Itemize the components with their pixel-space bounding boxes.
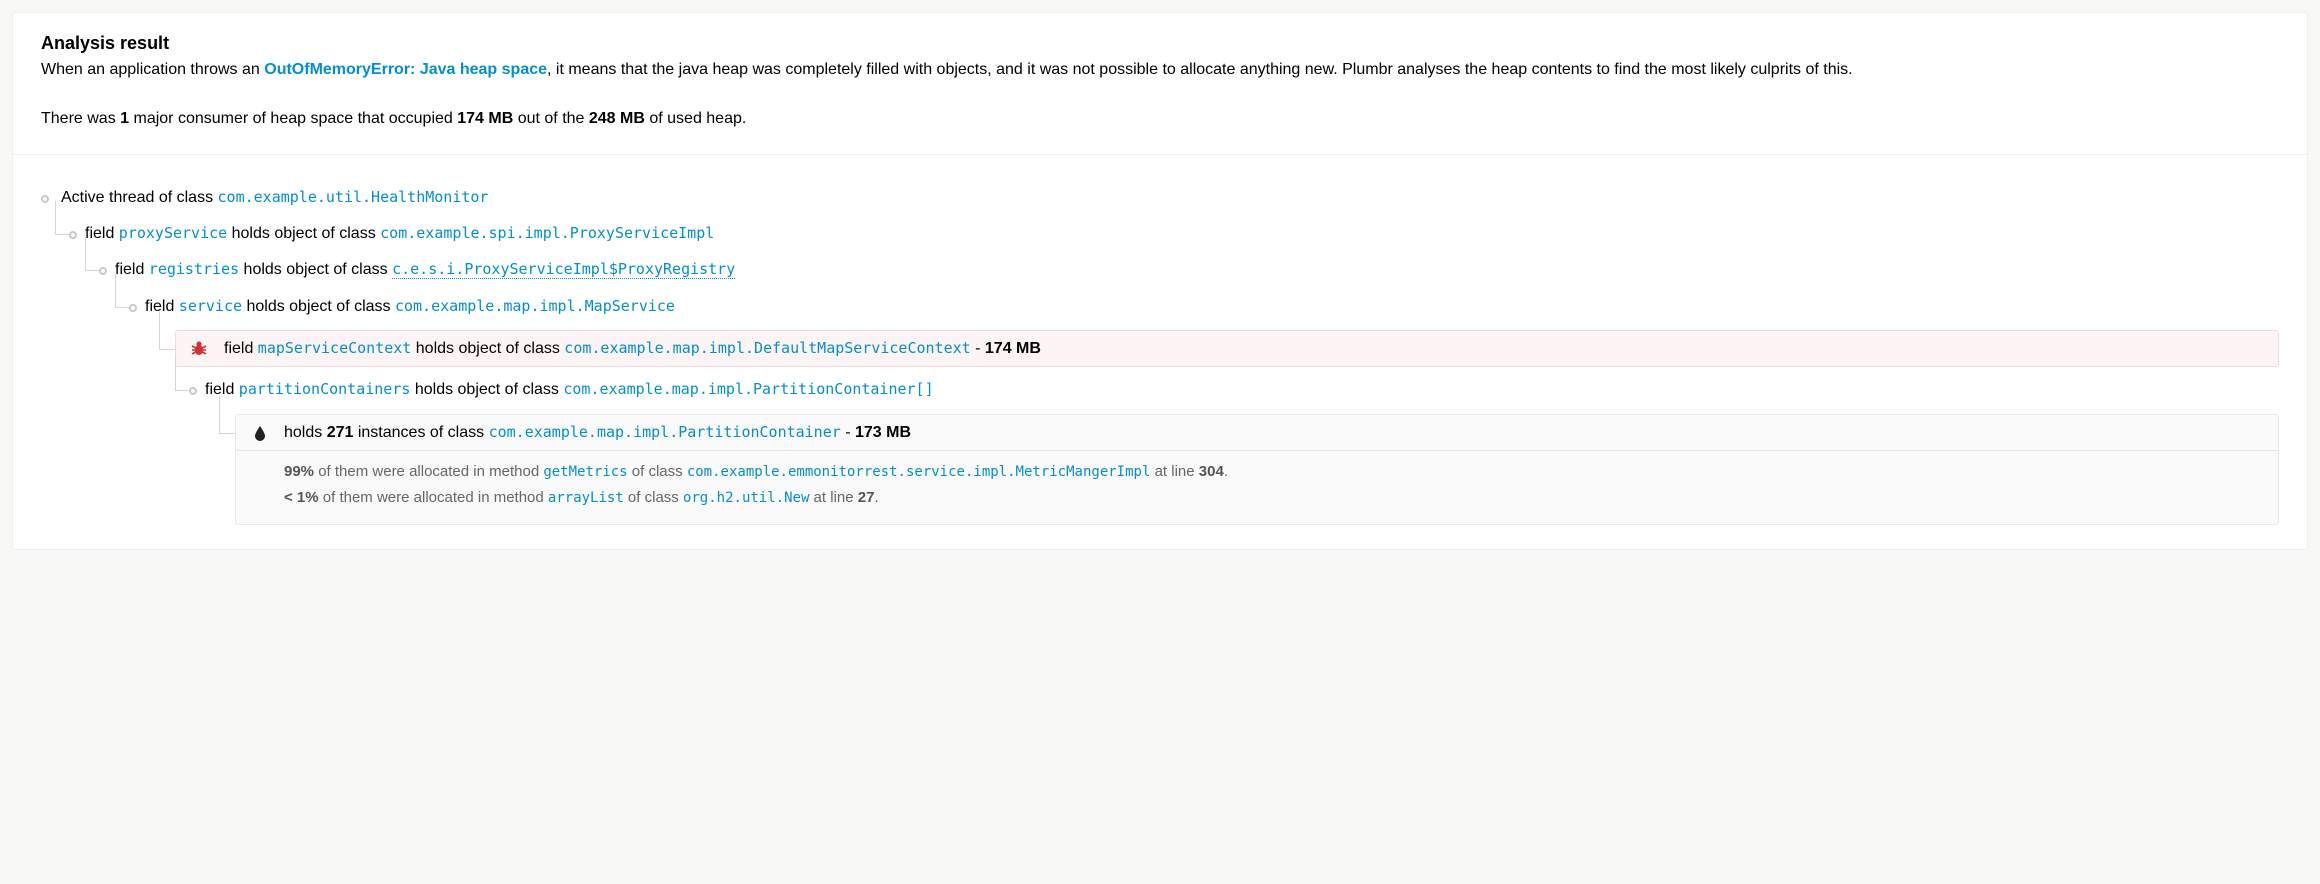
tree-node: field registries holds object of class c…: [85, 255, 2279, 285]
node-indicator-icon: [189, 387, 197, 395]
analysis-header: Analysis result When an application thro…: [13, 13, 2307, 155]
summary-pre: There was: [41, 110, 120, 127]
tree-node: field partitionContainers holds object o…: [175, 375, 2279, 405]
analysis-title: Analysis result: [41, 33, 2279, 54]
reference-tree: Active thread of class com.example.util.…: [13, 155, 2307, 549]
class-name-abbrev[interactable]: c.e.s.i.ProxyServiceImpl$ProxyRegistry: [392, 260, 735, 279]
node-indicator-icon: [41, 195, 49, 203]
node-indicator-icon: [69, 231, 77, 239]
summary-count: 1: [120, 110, 129, 127]
alloc-line: 304: [1199, 463, 1224, 480]
tree-connector-icon: [85, 237, 103, 271]
leaf-main-row: holds 271 instances of class com.example…: [236, 415, 2278, 450]
summary-mid2: out of the: [513, 110, 589, 127]
class-name[interactable]: com.example.map.impl.PartitionContainer[…: [563, 380, 933, 398]
class-name[interactable]: com.example.map.impl.MapService: [395, 297, 675, 315]
analysis-panel: Analysis result When an application thro…: [12, 12, 2308, 550]
field-name[interactable]: mapServiceContext: [258, 339, 412, 357]
node-mid: holds object of class: [242, 298, 395, 315]
class-name[interactable]: com.example.map.impl.DefaultMapServiceCo…: [564, 339, 970, 357]
alloc-text: of class: [624, 489, 683, 506]
summary-post: of used heap.: [645, 110, 746, 127]
summary-total: 248 MB: [589, 110, 645, 127]
alloc-pct: 99%: [284, 463, 314, 480]
node-mid: holds object of class: [227, 225, 380, 242]
tree-connector-icon: [55, 201, 73, 235]
class-name[interactable]: com.example.spi.impl.ProxyServiceImpl: [380, 224, 714, 242]
tree-connector-icon: [219, 396, 235, 434]
oom-error-link[interactable]: OutOfMemoryError: Java heap space: [264, 61, 547, 78]
drop-icon: [254, 426, 266, 446]
alloc-class[interactable]: org.h2.util.New: [683, 490, 809, 506]
culprit-node: field mapServiceContext holds object of …: [175, 330, 2279, 367]
alloc-text: of them were allocated in method: [319, 489, 548, 506]
alloc-text: at line: [809, 489, 857, 506]
node-mid: holds object of class: [411, 340, 564, 357]
alloc-class[interactable]: com.example.emmonitorrest.service.impl.M…: [687, 464, 1151, 480]
alloc-text: of them were allocated in method: [314, 463, 543, 480]
tree-node: field proxyService holds object of class…: [55, 219, 2279, 249]
node-indicator-icon: [99, 267, 107, 275]
alloc-text: at line: [1150, 463, 1198, 480]
node-mid: holds object of class: [239, 261, 392, 278]
tree-connector-icon: [159, 312, 175, 350]
intro-text-pre: When an application throws an: [41, 61, 264, 78]
field-name[interactable]: service: [179, 297, 242, 315]
tree-node: field service holds object of class com.…: [115, 292, 2279, 322]
tree-connector-icon: [175, 357, 193, 391]
leaf-pre: holds: [284, 424, 327, 441]
tree-root: Active thread of class com.example.util.…: [41, 183, 2279, 213]
alloc-method[interactable]: arrayList: [548, 490, 624, 506]
node-indicator-icon: [129, 304, 137, 312]
node-mid: holds object of class: [410, 381, 563, 398]
root-class[interactable]: com.example.util.HealthMonitor: [218, 188, 489, 206]
class-name[interactable]: com.example.map.impl.PartitionContainer: [489, 423, 841, 441]
field-name[interactable]: proxyService: [119, 224, 227, 242]
node-size: 174 MB: [985, 340, 1041, 357]
leaf-node: holds 271 instances of class com.example…: [235, 414, 2279, 525]
field-name[interactable]: partitionContainers: [239, 380, 411, 398]
alloc-line: 27: [858, 489, 875, 506]
root-label: Active thread of class: [61, 189, 218, 206]
leaf-count: 271: [327, 424, 354, 441]
field-name[interactable]: registries: [149, 260, 239, 278]
tree-connector-icon: [115, 274, 133, 308]
alloc-pct: < 1%: [284, 489, 319, 506]
alloc-text: of class: [628, 463, 687, 480]
leaf-mid: instances of class: [353, 424, 488, 441]
node-pre: field: [224, 340, 258, 357]
summary-size: 174 MB: [457, 110, 513, 127]
summary-mid1: major consumer of heap space that occupi…: [129, 110, 457, 127]
alloc-method[interactable]: getMetrics: [543, 464, 627, 480]
allocation-details: 99% of them were allocated in method get…: [236, 450, 2278, 524]
intro-text-post: , it means that the java heap was comple…: [547, 61, 1853, 78]
analysis-description: When an application throws an OutOfMemor…: [41, 58, 2279, 132]
leaf-size: 173 MB: [855, 424, 911, 441]
